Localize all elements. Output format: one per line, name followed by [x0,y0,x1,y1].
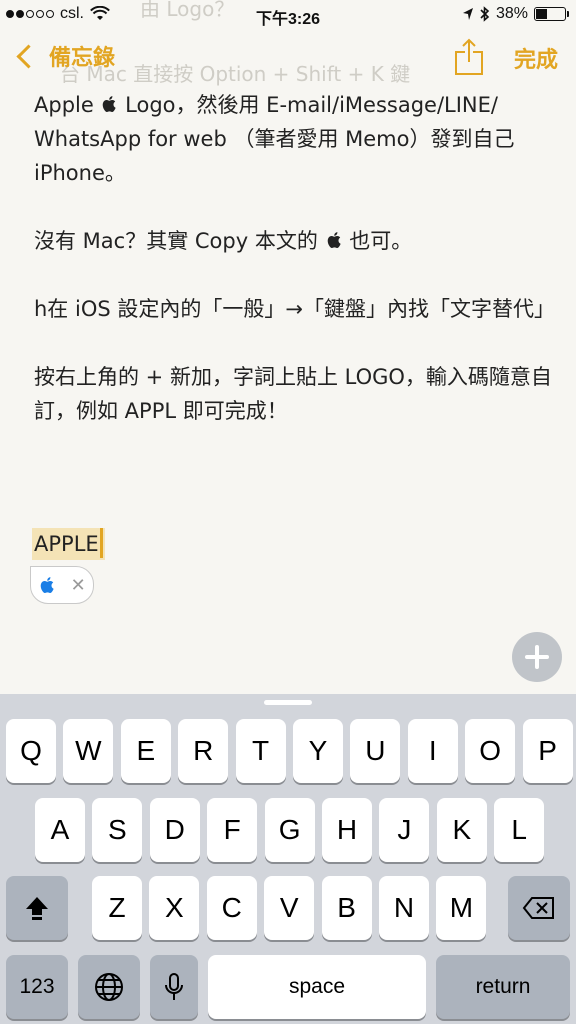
keyboard: QWERTYUIOP ASDFGHJKL ZXCVBNM 123 space ret… [0,694,576,1024]
note-body[interactable]: Apple Logo，然後用 E-mail/iMessage/LINE/ Wha… [34,88,555,462]
globe-icon [95,973,123,1001]
note-paragraph-2: 沒有 Mac？其實 Copy 本文的 也可。 [34,224,554,258]
text-caret [99,528,103,558]
text-replacement-suggestion[interactable]: ✕ [30,566,94,604]
key-j[interactable]: J [379,798,430,862]
location-arrow-icon [462,8,473,20]
key-f[interactable]: F [207,798,258,862]
battery-percent: 38% [495,5,528,22]
share-icon[interactable] [454,38,484,76]
return-key[interactable]: return [436,955,570,1019]
microphone-icon [165,973,183,1000]
key-a[interactable]: A [35,798,85,862]
key-l[interactable]: L [494,798,545,862]
done-button[interactable]: 完成 [514,42,558,74]
backspace-icon [522,897,554,919]
key-s[interactable]: S [92,798,143,862]
back-button-label: 備忘錄 [49,46,116,71]
apple-logo-icon [103,96,117,112]
key-k[interactable]: K [436,798,487,862]
key-o[interactable]: O [465,719,516,783]
key-r[interactable]: R [178,719,229,783]
battery-icon [534,7,569,21]
note-text: Apple [34,93,101,117]
note-paragraph-1: Apple Logo，然後用 E-mail/iMessage/LINE/ Wha… [34,88,554,190]
keyboard-grabber[interactable] [264,700,312,705]
key-c[interactable]: C [206,876,257,940]
chevron-left-icon [16,43,41,69]
key-n[interactable]: N [379,876,429,940]
key-b[interactable]: B [321,876,372,940]
shift-key[interactable] [6,876,68,940]
dictation-key[interactable] [150,955,198,1019]
add-attachment-button[interactable] [512,632,562,682]
note-text: 沒有 Mac？其實 Copy 本文的 [34,229,325,253]
key-z[interactable]: Z [92,876,142,940]
note-paragraph-3: h在 iOS 設定內的「一般」→「鍵盤」內找「文字替代」 [34,297,555,321]
apple-logo-icon [327,232,341,248]
numbers-key[interactable]: 123 [6,955,68,1019]
key-h[interactable]: H [322,798,372,862]
apple-logo-icon [40,577,54,593]
key-t[interactable]: T [235,719,286,783]
key-d[interactable]: D [149,798,200,862]
key-v[interactable]: V [264,876,315,940]
note-text: 也可。 [342,229,413,253]
key-e[interactable]: E [120,719,171,783]
key-y[interactable]: Y [293,719,343,783]
key-i[interactable]: I [407,719,458,783]
bluetooth-icon [480,6,490,22]
status-bar: csl. 下午3:26 38% [0,0,576,30]
key-m[interactable]: M [436,876,487,940]
space-key[interactable]: space [208,955,426,1019]
dismiss-suggestion-icon[interactable]: ✕ [71,575,86,596]
status-right: 38% [462,5,569,23]
key-p[interactable]: P [522,719,573,783]
key-q[interactable]: Q [6,719,56,783]
back-button[interactable]: 備忘錄 [14,40,115,72]
key-x[interactable]: X [149,876,200,940]
typed-text: APPLE [34,532,99,556]
typed-text-highlight[interactable]: APPLE [32,528,105,560]
globe-key[interactable] [78,955,140,1019]
navigation-bar: 備忘錄 完成 [0,34,576,84]
key-g[interactable]: G [264,798,315,862]
shift-arrow-icon [26,897,48,920]
note-paragraph-4: 按右上角的 + 新加，字詞上貼上 LOGO，輸入碼隨意自訂，例如 APPL 即可… [34,365,552,423]
delete-key[interactable] [508,876,570,940]
key-w[interactable]: W [63,719,114,783]
key-u[interactable]: U [350,719,401,783]
